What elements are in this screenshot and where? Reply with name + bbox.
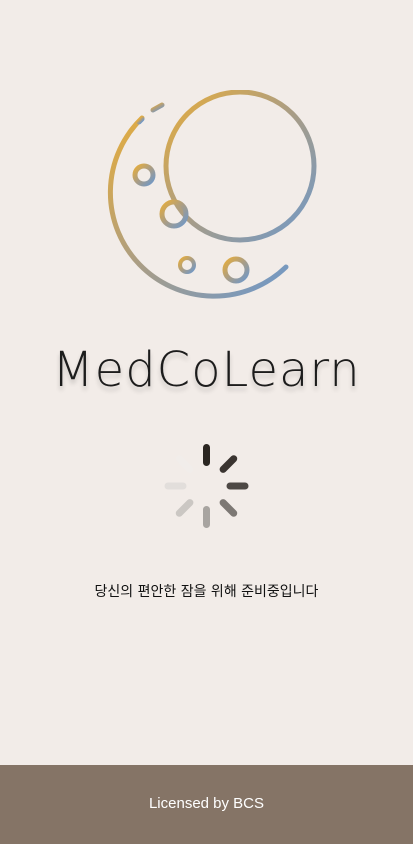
- footer: Licensed by BCS: [0, 765, 413, 844]
- license-text: Licensed by BCS: [148, 795, 265, 812]
- splash-screen: MedCoLearn 당신의 편안한 잠을 위해 준비중입니다 Licensed…: [0, 0, 413, 844]
- moon-globe-logo-icon: [103, 90, 323, 310]
- app-title: MedCoLearn: [52, 342, 361, 398]
- loading-message: 당신의 편안한 잠을 위해 준비중입니다: [94, 584, 319, 600]
- loading-spinner-icon: [164, 444, 249, 528]
